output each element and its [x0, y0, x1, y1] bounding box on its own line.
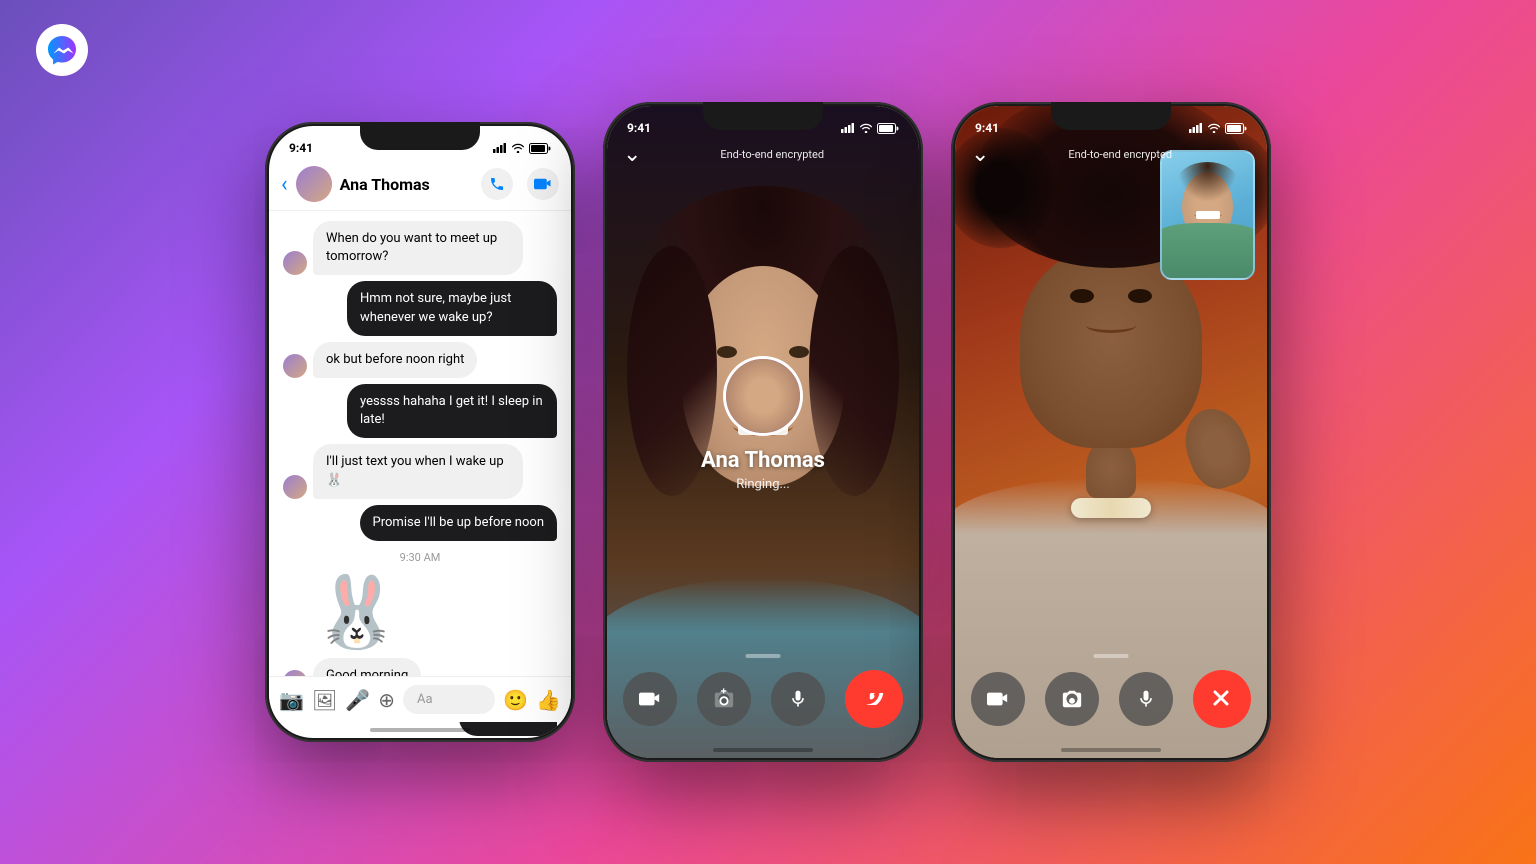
status-icons-2: [841, 123, 899, 134]
message-bubble: ok but before noon right: [313, 342, 477, 378]
chat-header: ‹ Ana Thomas: [269, 162, 571, 211]
camera-icon[interactable]: 📷: [279, 688, 304, 712]
signal-icon: [493, 143, 507, 153]
active-encrypted-label: End-to-end encrypted: [989, 148, 1251, 161]
chat-messages: When do you want to meet up tomorrow? Hm…: [269, 211, 571, 738]
message-timestamp: 9:30 AM: [283, 551, 557, 564]
back-button[interactable]: ‹: [281, 172, 288, 197]
phone-call-inner: 9:41: [607, 106, 919, 758]
message-row: I'll just text you when I wake up 🐰: [283, 444, 557, 498]
message-bubble: Hmm not sure, maybe just whenever we wak…: [347, 281, 557, 335]
call-top-bar: ⌄ End-to-end encrypted: [607, 142, 919, 167]
chat-input-bar: 📷 🖼 🎤 ⊕ Aa 🙂 👍: [269, 676, 571, 722]
mic-icon[interactable]: 🎤: [345, 688, 370, 712]
active-call-top-bar: ⌄ End-to-end encrypted: [955, 142, 1267, 167]
message-row: Hmm not sure, maybe just whenever we wak…: [283, 281, 557, 335]
mute-button[interactable]: [771, 672, 825, 726]
video-toggle-button-3[interactable]: [971, 672, 1025, 726]
message-row: yessss hahaha I get it! I sleep in late!: [283, 384, 557, 438]
status-bar-active-call: 9:41: [955, 106, 1267, 142]
camera-flip-button[interactable]: [697, 672, 751, 726]
battery-icon-2: [877, 123, 899, 134]
home-indicator-3: [1061, 748, 1161, 752]
video-call-button[interactable]: [527, 168, 559, 200]
chat-action-buttons: [481, 168, 559, 200]
signal-icon-2: [841, 123, 855, 133]
home-indicator: [370, 728, 470, 732]
apps-icon[interactable]: ⊕: [378, 688, 395, 712]
caller-status: Ringing...: [736, 477, 790, 492]
sticker-area: 🐰: [283, 578, 557, 648]
messenger-logo: [36, 24, 88, 76]
phones-container: 9:41: [0, 102, 1536, 762]
emoji-icon[interactable]: 🙂: [503, 688, 528, 712]
active-call-chevron[interactable]: ⌄: [971, 142, 989, 167]
call-controls: [607, 670, 919, 728]
scroll-indicator: [746, 654, 781, 658]
call-chevron-down[interactable]: ⌄: [623, 142, 641, 167]
voice-call-button[interactable]: [481, 168, 513, 200]
status-icons-3: [1189, 123, 1247, 134]
wifi-icon-2: [859, 123, 873, 133]
phone-chat: 9:41: [265, 122, 575, 742]
end-call-button[interactable]: [845, 670, 903, 728]
message-avatar: [283, 354, 307, 378]
message-row: When do you want to meet up tomorrow?: [283, 221, 557, 275]
phone-chat-inner: 9:41: [269, 126, 571, 738]
message-bubble: I'll just text you when I wake up 🐰: [313, 444, 523, 498]
sticker: 🐰: [313, 578, 400, 648]
status-time-3: 9:41: [975, 121, 999, 135]
message-avatar: [283, 475, 307, 499]
home-indicator-2: [713, 748, 813, 752]
battery-icon-3: [1225, 123, 1247, 134]
caller-name: Ana Thomas: [701, 448, 825, 473]
active-call-controls: [955, 670, 1267, 728]
scroll-indicator-3: [1094, 654, 1129, 658]
phone-incoming-call: 9:41: [603, 102, 923, 762]
caller-info: Ana Thomas Ringing...: [607, 276, 919, 492]
wifi-icon: [511, 143, 525, 153]
battery-icon: [529, 143, 551, 154]
phone-active-inner: 9:41: [955, 106, 1267, 758]
contact-name: Ana Thomas: [340, 175, 481, 194]
message-avatar: [283, 251, 307, 275]
pip-video[interactable]: [1160, 150, 1255, 280]
notch: [360, 122, 480, 150]
message-row: Promise I'll be up before noon: [283, 505, 557, 541]
status-time-2: 9:41: [627, 121, 651, 135]
signal-icon-3: [1189, 123, 1203, 133]
camera-flip-button-3[interactable]: [1045, 672, 1099, 726]
video-toggle-button[interactable]: [623, 672, 677, 726]
phone-active-call: 9:41: [951, 102, 1271, 762]
like-icon[interactable]: 👍: [536, 688, 561, 712]
contact-avatar: [296, 166, 332, 202]
wifi-icon-3: [1207, 123, 1221, 133]
caller-avatar: [723, 356, 803, 436]
end-call-button-3[interactable]: [1193, 670, 1251, 728]
message-input[interactable]: Aa: [403, 685, 495, 714]
status-time-1: 9:41: [289, 141, 313, 155]
mute-button-3[interactable]: [1119, 672, 1173, 726]
message-bubble: When do you want to meet up tomorrow?: [313, 221, 523, 275]
status-icons-1: [493, 143, 551, 154]
encrypted-label: End-to-end encrypted: [641, 148, 903, 161]
message-row: ok but before noon right: [283, 342, 557, 378]
message-bubble: yessss hahaha I get it! I sleep in late!: [347, 384, 557, 438]
gallery-icon[interactable]: 🖼: [312, 688, 337, 712]
status-bar-call: 9:41: [607, 106, 919, 142]
message-bubble: Promise I'll be up before noon: [360, 505, 557, 541]
